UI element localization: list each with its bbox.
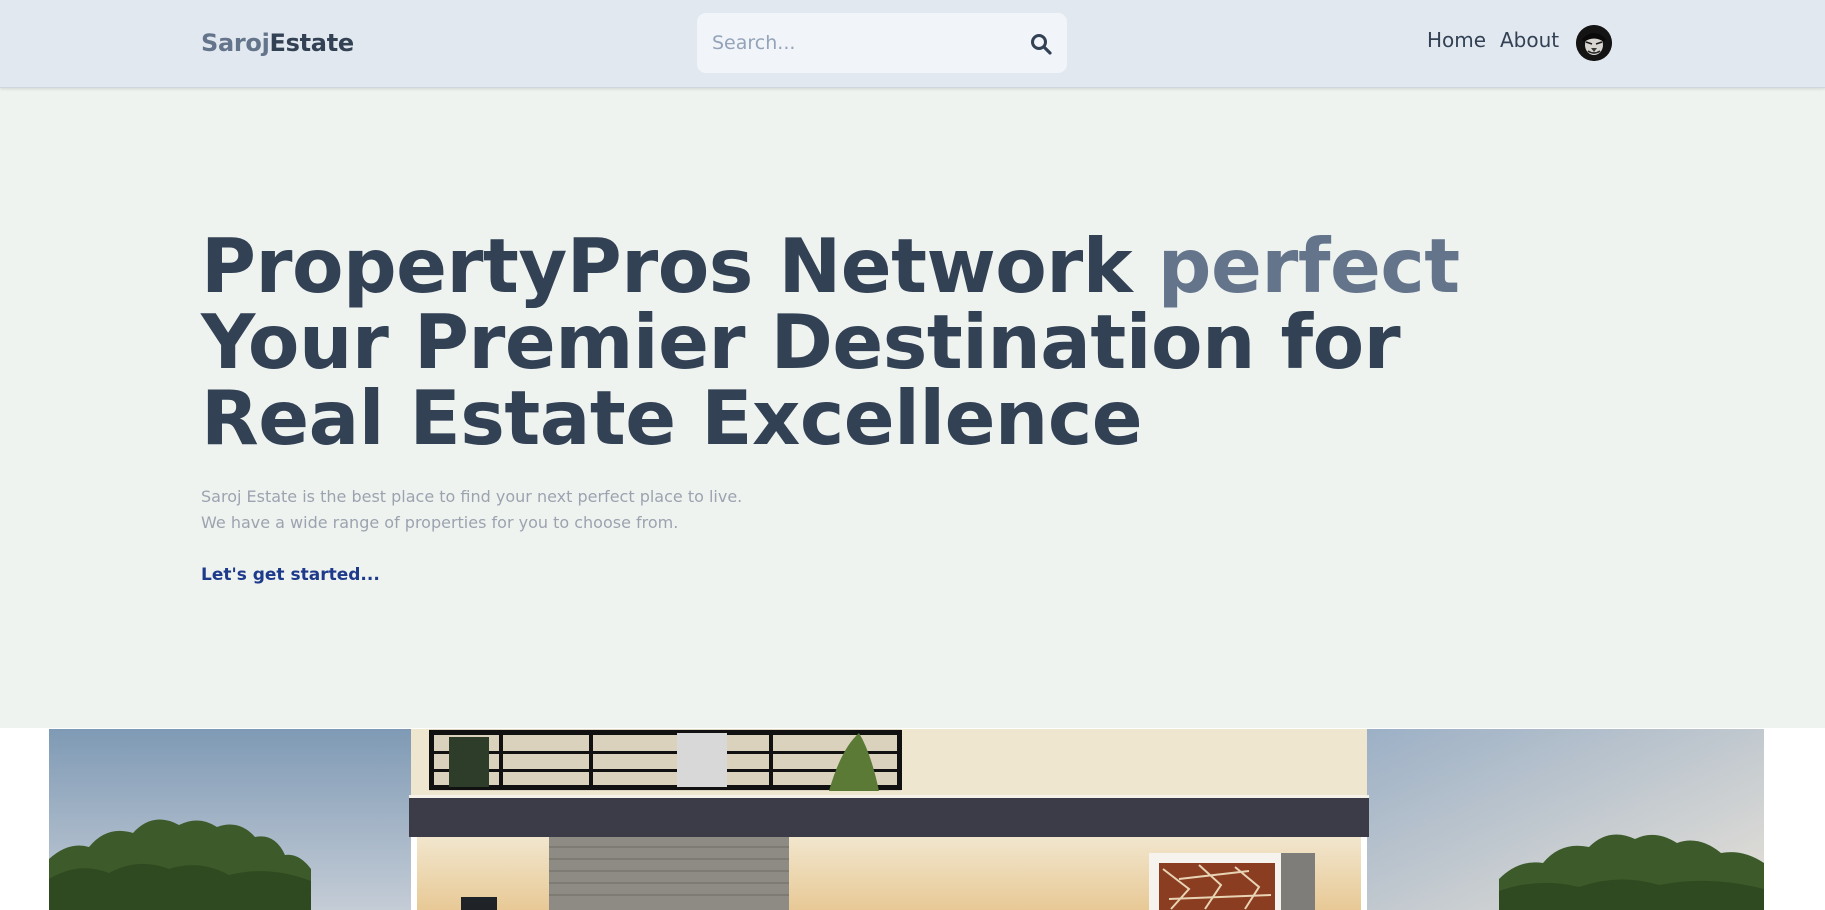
avatar-face-icon [1576, 25, 1612, 61]
house-image [49, 729, 1764, 910]
site-header: SarojEstate Home About [0, 0, 1825, 88]
nav-link-about[interactable]: About [1500, 27, 1559, 53]
hero-title: PropertyPros Network perfect Your Premie… [201, 228, 1461, 456]
search-input[interactable] [697, 13, 1017, 73]
search-box [697, 13, 1067, 73]
hero-description-line-2: We have a wide range of properties for y… [201, 513, 679, 532]
get-started-link[interactable]: Let's get started... [201, 564, 380, 586]
hero-description: Saroj Estate is the best place to find y… [201, 484, 901, 536]
logo-part-saroj: Saroj [201, 29, 270, 57]
hero-title-accent: perfect [1157, 222, 1460, 310]
logo-part-estate: Estate [269, 29, 355, 57]
nav-link-home[interactable]: Home [1427, 27, 1486, 53]
search-icon[interactable] [1030, 33, 1052, 55]
house-illustration [49, 729, 1764, 910]
hero-title-rest: Your Premier Destination for Real Estate… [201, 298, 1401, 462]
hero-description-line-1: Saroj Estate is the best place to find y… [201, 487, 743, 506]
hero-title-main: PropertyPros Network [201, 222, 1158, 310]
site-logo[interactable]: SarojEstate [201, 28, 354, 58]
user-avatar[interactable] [1576, 25, 1612, 61]
